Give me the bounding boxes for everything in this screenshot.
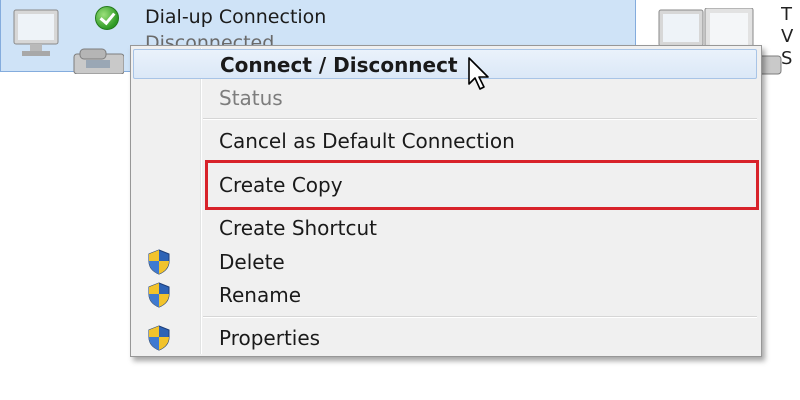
connection-name: Dial-up Connection bbox=[145, 6, 327, 28]
menu-item-rename[interactable]: Rename bbox=[133, 280, 757, 310]
menu-item-create-shortcut[interactable]: Create Shortcut bbox=[133, 213, 757, 243]
menu-item-label: Delete bbox=[219, 250, 285, 274]
menu-item-label: Properties bbox=[219, 326, 321, 350]
menu-item-label: Cancel as Default Connection bbox=[219, 129, 515, 153]
menu-item-connect-disconnect[interactable]: Connect / Disconnect bbox=[133, 49, 757, 79]
create-copy-highlight-box bbox=[205, 160, 759, 210]
mouse-cursor-icon bbox=[468, 57, 489, 90]
menu-item-properties[interactable]: Properties bbox=[133, 323, 757, 353]
menu-item-cancel-default[interactable]: Cancel as Default Connection bbox=[133, 126, 757, 156]
menu-item-label: Create Shortcut bbox=[219, 216, 377, 240]
context-menu: Connect / Disconnect Status Cancel as De… bbox=[130, 45, 762, 357]
menu-separator bbox=[203, 316, 757, 318]
menu-item-status: Status bbox=[133, 83, 757, 113]
menu-separator bbox=[203, 118, 757, 120]
menu-item-delete[interactable]: Delete bbox=[133, 247, 757, 277]
uac-shield-icon bbox=[148, 282, 170, 308]
uac-shield-icon bbox=[148, 249, 170, 275]
connected-check-icon bbox=[95, 6, 119, 30]
menu-item-label: Rename bbox=[219, 283, 302, 307]
partial-connection-text: T V S bbox=[781, 4, 794, 69]
menu-item-label: Status bbox=[219, 86, 283, 110]
menu-item-label: Connect / Disconnect bbox=[220, 53, 458, 77]
uac-shield-icon bbox=[148, 325, 170, 351]
